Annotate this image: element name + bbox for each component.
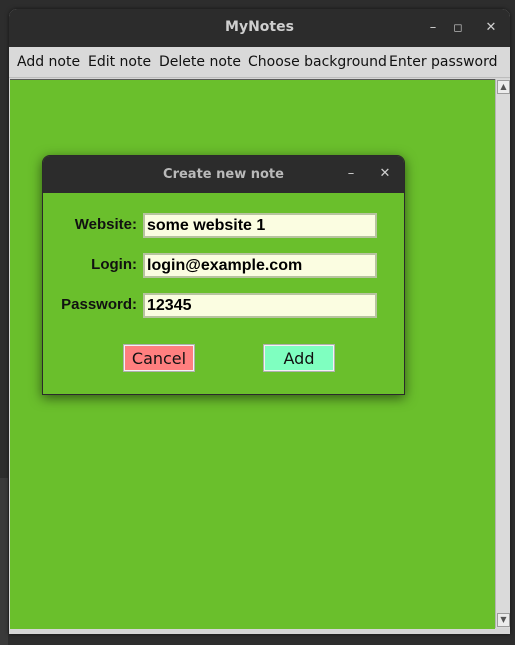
maximize-icon[interactable]: ◻ bbox=[448, 18, 468, 38]
menu-edit-note[interactable]: Edit note bbox=[88, 47, 151, 77]
website-label: Website: bbox=[74, 216, 137, 233]
menu-delete-note[interactable]: Delete note bbox=[159, 47, 241, 77]
add-button[interactable]: Add bbox=[263, 344, 335, 372]
menu-bar: Add note Edit note Delete note Choose ba… bbox=[9, 47, 510, 78]
vertical-scrollbar[interactable]: ▲ ▼ bbox=[495, 79, 510, 628]
dialog-titlebar[interactable]: Create new note – ✕ bbox=[43, 156, 404, 193]
menu-add-note[interactable]: Add note bbox=[17, 47, 80, 77]
website-input[interactable] bbox=[143, 213, 377, 238]
dialog-close-icon[interactable]: ✕ bbox=[376, 165, 394, 183]
cancel-button[interactable]: Cancel bbox=[123, 344, 195, 372]
password-label: Password: bbox=[61, 296, 137, 313]
dialog-minimize-icon[interactable]: – bbox=[342, 165, 360, 183]
minimize-icon[interactable]: – bbox=[423, 18, 443, 38]
menu-enter-password[interactable]: Enter password bbox=[389, 47, 498, 77]
window-titlebar[interactable]: MyNotes – ◻ ✕ bbox=[9, 9, 510, 47]
menu-choose-background[interactable]: Choose background bbox=[248, 47, 387, 77]
background-window-edge bbox=[0, 478, 8, 645]
down-arrow-icon[interactable]: ▼ bbox=[497, 613, 510, 627]
create-note-dialog: Create new note – ✕ Website: Login: Pass… bbox=[42, 155, 405, 395]
close-icon[interactable]: ✕ bbox=[481, 18, 501, 38]
password-input[interactable] bbox=[143, 293, 377, 318]
login-input[interactable] bbox=[143, 253, 377, 278]
up-arrow-icon[interactable]: ▲ bbox=[497, 80, 510, 94]
login-label: Login: bbox=[91, 256, 137, 273]
